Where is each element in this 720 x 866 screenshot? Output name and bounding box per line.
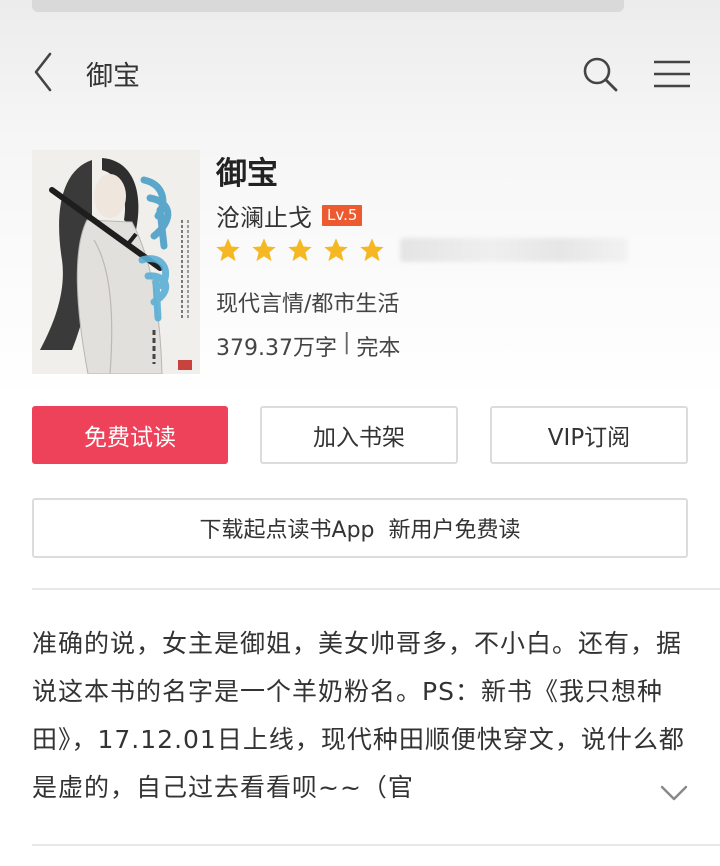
blurred-rating-info (400, 238, 628, 262)
add-to-shelf-button[interactable]: 加入书架 (260, 406, 458, 464)
book-intro: 准确的说，女主是御姐，美女帅哥多，不小白。还有，据说这本书的名字是一个羊奶粉名。… (32, 629, 685, 802)
book-title: 御宝 (216, 156, 278, 192)
search-button[interactable] (578, 52, 622, 96)
menu-icon (654, 60, 690, 88)
divider (32, 844, 720, 846)
back-button[interactable] (26, 48, 66, 96)
rating-row (214, 236, 628, 264)
menu-button[interactable] (648, 54, 696, 94)
top-scroll-indicator (32, 0, 624, 12)
book-meta: 379.37万字 | 完本 (216, 330, 400, 362)
book-category[interactable]: 现代言情/都市生活 (216, 286, 399, 318)
expand-intro-button[interactable] (656, 778, 692, 808)
page-title: 御宝 (86, 61, 140, 92)
download-app-label: 下载起点读书App 新用户免费读 (199, 518, 521, 543)
vip-subscribe-button[interactable]: VIP订阅 (490, 406, 688, 464)
search-icon (583, 57, 618, 92)
word-count: 379.37万字 (216, 336, 337, 361)
star-icon (360, 238, 384, 262)
chevron-down-icon (660, 785, 688, 801)
star-icon (252, 238, 276, 262)
read-free-button[interactable]: 免费试读 (32, 406, 228, 464)
download-app-button[interactable]: 下载起点读书App 新用户免费读 (32, 498, 688, 558)
author-row: 沧澜止戈 Lv.5 (216, 198, 363, 233)
star-icon (216, 238, 240, 262)
star-icon (324, 238, 348, 262)
header-bar: 御宝 (0, 40, 720, 104)
book-cover-illustration (32, 150, 200, 374)
book-cover[interactable] (32, 150, 200, 374)
meta-separator: | (342, 330, 351, 355)
star-icon (288, 238, 312, 262)
author-name[interactable]: 沧澜止戈 (216, 198, 312, 233)
author-level-badge: Lv.5 (322, 204, 363, 226)
chevron-left-icon (34, 52, 52, 92)
divider (32, 588, 720, 590)
book-status: 完本 (356, 336, 401, 361)
